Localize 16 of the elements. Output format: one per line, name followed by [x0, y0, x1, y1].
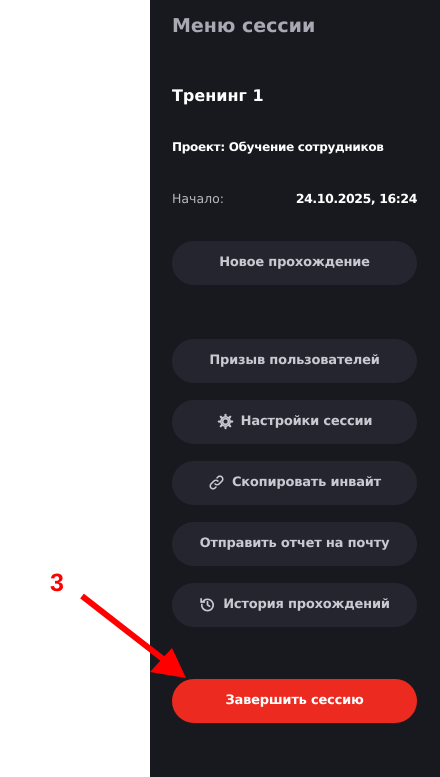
action-button[interactable]: Отправить отчет на почту: [172, 522, 417, 566]
end-session-button[interactable]: Завершить сессию: [172, 678, 417, 723]
new-run-button[interactable]: Новое прохождение: [172, 240, 417, 285]
session-name: Тренинг 1: [172, 85, 265, 107]
history-icon: [199, 596, 216, 614]
action-button[interactable]: Скопировать инвайт: [172, 460, 417, 505]
annotation-number: 3: [50, 568, 64, 598]
start-label: Начало:: [172, 190, 224, 208]
action-button[interactable]: Призыв пользователей: [172, 338, 417, 383]
project-label: Проект: Обучение сотрудников: [172, 139, 385, 156]
action-button[interactable]: История прохождений: [172, 582, 417, 627]
gear-icon: [216, 413, 234, 430]
panel-title: Меню сессии: [172, 14, 316, 39]
action-button[interactable]: Настройки сессии: [172, 400, 417, 444]
link-icon: [208, 474, 225, 492]
start-value: 24.10.2025, 16:24: [296, 190, 417, 208]
